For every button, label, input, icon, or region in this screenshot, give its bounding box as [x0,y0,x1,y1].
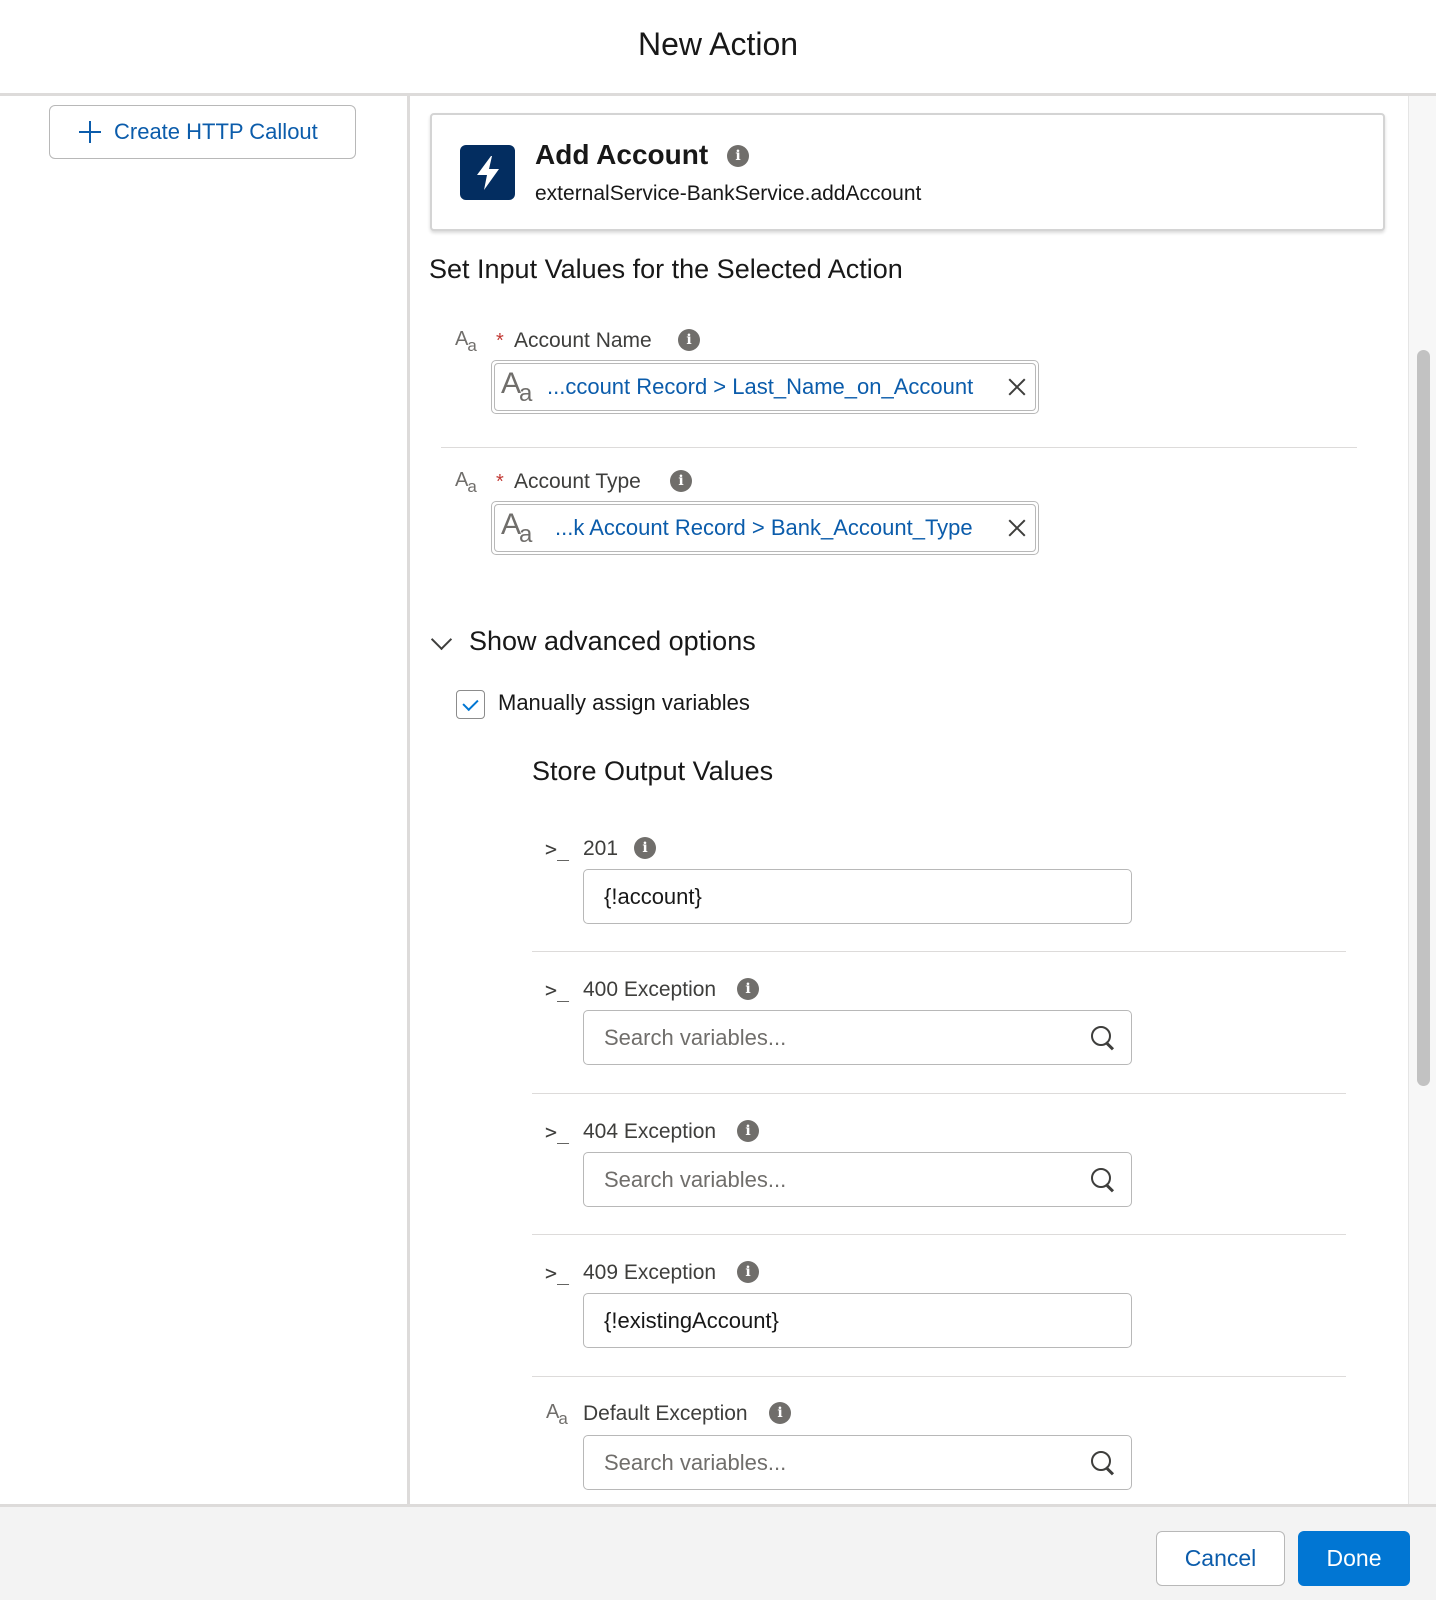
output-404-label: 404 Exception [583,1120,717,1143]
info-icon[interactable]: i [634,837,656,859]
info-icon[interactable]: i [727,145,749,167]
required-marker: * [496,471,504,493]
selected-action-card: Add Account i externalService-BankServic… [430,113,1385,231]
output-400-search-input[interactable]: Search variables... [583,1010,1132,1065]
info-icon[interactable]: i [737,1261,759,1283]
left-pane: Create HTTP Callout [0,96,410,1504]
plus-icon [78,120,102,144]
output-201-label: 201 [583,837,619,860]
info-icon[interactable]: i [678,329,700,351]
input-values-heading: Set Input Values for the Selected Action [429,254,903,284]
search-placeholder: Search variables... [604,1449,787,1475]
output-409-input[interactable]: {!existingAccount} [583,1293,1132,1348]
divider [532,1093,1346,1094]
account-name-label: Account Name [514,329,652,352]
store-output-values-heading: Store Output Values [532,756,774,786]
info-icon[interactable]: i [737,1120,759,1142]
account-type-field[interactable]: Aa ...k Account Record > Bank_Account_Ty… [491,501,1039,555]
action-title: Add Account [535,139,709,170]
modal-title: New Action [637,26,799,62]
done-button[interactable]: Done [1298,1531,1410,1586]
text-type-icon: Aa [455,469,477,496]
output-409-label: 409 Exception [583,1261,717,1284]
modal-header: New Action [0,0,1436,96]
account-type-pill[interactable]: Aa ...k Account Record > Bank_Account_Ty… [494,504,1036,552]
divider [532,1376,1346,1377]
search-icon [1089,1166,1117,1194]
search-placeholder: Search variables... [604,1024,787,1050]
required-marker: * [496,330,504,352]
default-exception-search-input[interactable]: Search variables... [583,1435,1132,1490]
create-http-callout-label: Create HTTP Callout [114,119,318,144]
account-name-value: ...ccount Record > Last_Name_on_Account [547,374,974,399]
search-icon [1089,1449,1117,1477]
text-type-icon: Aa [455,328,477,355]
variable-type-icon: >_ [545,837,570,861]
show-advanced-options-toggle[interactable]: Show advanced options [429,626,756,657]
chevron-down-icon [429,630,453,654]
variable-type-icon: >_ [545,1120,570,1144]
manually-assign-variables-checkbox[interactable] [456,690,485,719]
account-name-pill[interactable]: Aa ...ccount Record > Last_Name_on_Accou… [494,363,1036,411]
manually-assign-variables-label: Manually assign variables [498,690,750,715]
account-type-value: ...k Account Record > Bank_Account_Type [555,515,973,540]
output-404-search-input[interactable]: Search variables... [583,1152,1132,1207]
divider [532,951,1346,952]
text-type-icon: Aa [501,507,532,548]
variable-type-icon: >_ [545,1261,570,1285]
info-icon[interactable]: i [737,978,759,1000]
account-type-label: Account Type [514,470,641,493]
text-type-icon: Aa [501,366,532,407]
output-201-input[interactable]: {!account} [583,869,1132,924]
clear-icon[interactable] [999,369,1035,405]
info-icon[interactable]: i [769,1402,791,1424]
action-api-name: externalService-BankService.addAccount [535,182,922,205]
info-icon[interactable]: i [670,470,692,492]
divider [532,1234,1346,1235]
search-placeholder: Search variables... [604,1166,787,1192]
divider [441,447,1357,448]
main-pane: Add Account i externalService-BankServic… [413,96,1406,1504]
cancel-button[interactable]: Cancel [1156,1531,1285,1586]
scrollbar[interactable] [1408,96,1436,1504]
account-name-field[interactable]: Aa ...ccount Record > Last_Name_on_Accou… [491,360,1039,414]
modal-footer: Cancel Done [0,1504,1436,1600]
lightning-bolt-icon [460,145,515,200]
search-icon [1089,1024,1117,1052]
variable-type-icon: >_ [545,978,570,1002]
clear-icon[interactable] [999,510,1035,546]
default-exception-label: Default Exception [583,1402,748,1425]
show-advanced-options-label: Show advanced options [469,626,756,656]
output-400-label: 400 Exception [583,978,717,1001]
text-type-icon: Aa [546,1401,568,1428]
create-http-callout-button[interactable]: Create HTTP Callout [49,105,356,159]
scrollbar-thumb[interactable] [1417,350,1430,1086]
